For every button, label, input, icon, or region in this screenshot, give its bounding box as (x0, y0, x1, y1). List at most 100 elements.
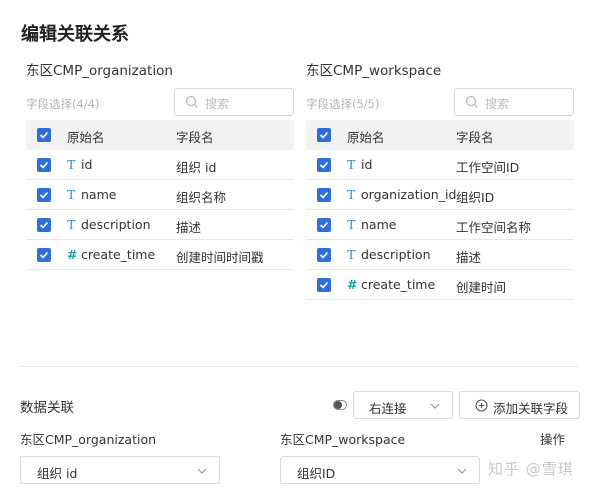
left-join-field-select[interactable]: 组织 id (20, 456, 220, 484)
join-type-select[interactable]: 右连接 (353, 391, 453, 419)
number-type-icon: # (347, 277, 358, 292)
left-source-label: 东区CMP_organization (20, 432, 157, 447)
orig-name-text: name (361, 217, 397, 232)
orig-name-cell: Tname (67, 187, 116, 202)
right-table-header: 原始名 字段名 (306, 120, 574, 150)
chevron-down-icon (430, 403, 440, 409)
left-join-field-value: 组织 id (37, 466, 78, 481)
table-row[interactable]: Tname 工作空间名称 (306, 210, 574, 240)
left-select-count: 字段选择(4/4) (26, 97, 100, 111)
orig-name-text: description (81, 217, 151, 232)
orig-name-cell: Tid (67, 157, 92, 172)
search-icon (185, 95, 198, 108)
row-checkbox[interactable] (317, 218, 331, 232)
row-checkbox[interactable] (317, 278, 331, 292)
field-name-cell: 组织名称 (176, 190, 227, 205)
section-divider (20, 366, 578, 367)
join-type-value: 右连接 (369, 401, 407, 416)
watermark-text: 知乎 @雪琪 (488, 460, 574, 478)
check-icon (39, 191, 49, 199)
left-table-name: 东区CMP_organization (26, 63, 173, 79)
dialog-title: 编辑关联关系 (21, 24, 129, 45)
table-row[interactable]: Tname 组织名称 (26, 180, 294, 210)
field-name-cell: 描述 (176, 220, 202, 235)
orig-name-cell: Tname (347, 217, 396, 232)
text-type-icon: T (347, 217, 356, 232)
left-col-orig-name: 原始名 (67, 130, 105, 145)
field-name-cell: 组织ID (456, 190, 495, 205)
toggle-icon[interactable] (333, 400, 347, 410)
left-select-all-checkbox[interactable] (37, 128, 51, 142)
row-checkbox[interactable] (317, 158, 331, 172)
table-row[interactable]: # create_time 创建时间时间戳 (26, 240, 294, 270)
add-association-field-button[interactable]: 添加关联字段 (459, 391, 580, 419)
table-row[interactable]: Tid 组织 id (26, 150, 294, 180)
orig-name-text: description (361, 247, 431, 262)
right-join-field-value: 组织ID (297, 466, 336, 481)
row-checkbox[interactable] (317, 188, 331, 202)
field-name-cell: 组织 id (176, 160, 217, 175)
field-name-cell: 创建时间 (456, 280, 507, 295)
left-search-input[interactable]: 搜索 (174, 88, 294, 116)
table-row[interactable]: Tdescription 描述 (26, 210, 294, 240)
field-name-cell: 工作空间名称 (456, 220, 532, 235)
number-type-icon: # (67, 247, 78, 262)
orig-name-cell: Tdescription (67, 217, 151, 232)
check-icon (39, 131, 49, 139)
right-search-input[interactable]: 搜索 (454, 88, 574, 116)
check-icon (39, 221, 49, 229)
check-icon (319, 131, 329, 139)
add-association-field-label: 添加关联字段 (493, 401, 569, 416)
field-name-cell: 创建时间时间戳 (176, 250, 264, 265)
orig-name-cell: # create_time (67, 247, 155, 262)
right-search-placeholder: 搜索 (485, 97, 510, 111)
search-icon (465, 95, 478, 108)
association-title: 数据关联 (20, 400, 74, 416)
check-icon (319, 281, 329, 289)
orig-name-cell: Torganization_id (347, 187, 456, 202)
plus-circle-icon (475, 399, 488, 412)
table-row[interactable]: # create_time 创建时间 (306, 270, 574, 300)
text-type-icon: T (67, 217, 76, 232)
check-icon (319, 221, 329, 229)
left-table-header: 原始名 字段名 (26, 120, 294, 150)
text-type-icon: T (347, 247, 356, 262)
row-checkbox[interactable] (37, 188, 51, 202)
left-search-placeholder: 搜索 (205, 97, 230, 111)
field-name-cell: 描述 (456, 250, 482, 265)
check-icon (319, 161, 329, 169)
orig-name-text: id (361, 157, 373, 172)
row-checkbox[interactable] (317, 248, 331, 262)
right-col-orig-name: 原始名 (347, 130, 385, 145)
left-table-panel: 东区CMP_organization 字段选择(4/4) 搜索 原始名 字段名 … (26, 60, 294, 270)
operations-label: 操作 (540, 432, 566, 447)
chevron-down-icon (197, 468, 207, 474)
right-table-panel: 东区CMP_workspace 字段选择(5/5) 搜索 原始名 字段名 Tid… (306, 60, 574, 300)
right-select-row: 字段选择(5/5) 搜索 (306, 88, 574, 120)
orig-name-cell: Tid (347, 157, 372, 172)
check-icon (39, 161, 49, 169)
orig-name-cell: Tdescription (347, 247, 431, 262)
right-select-all-checkbox[interactable] (317, 128, 331, 142)
table-row[interactable]: Tid 工作空间ID (306, 150, 574, 180)
orig-name-text: create_time (81, 247, 156, 262)
check-icon (319, 191, 329, 199)
left-col-field-name: 字段名 (176, 130, 214, 145)
right-join-field-select[interactable]: 组织ID (280, 456, 480, 484)
check-icon (319, 251, 329, 259)
right-select-count: 字段选择(5/5) (306, 97, 380, 111)
orig-name-text: id (81, 157, 93, 172)
table-row[interactable]: Tdescription 描述 (306, 240, 574, 270)
row-checkbox[interactable] (37, 248, 51, 262)
check-icon (39, 251, 49, 259)
table-row[interactable]: Torganization_id 组织ID (306, 180, 574, 210)
row-checkbox[interactable] (37, 158, 51, 172)
orig-name-text: organization_id (361, 187, 457, 202)
chevron-down-icon (457, 468, 467, 474)
orig-name-text: name (81, 187, 117, 202)
orig-name-cell: # create_time (347, 277, 435, 292)
right-col-field-name: 字段名 (456, 130, 494, 145)
left-select-row: 字段选择(4/4) 搜索 (26, 88, 294, 120)
text-type-icon: T (347, 187, 356, 202)
row-checkbox[interactable] (37, 218, 51, 232)
